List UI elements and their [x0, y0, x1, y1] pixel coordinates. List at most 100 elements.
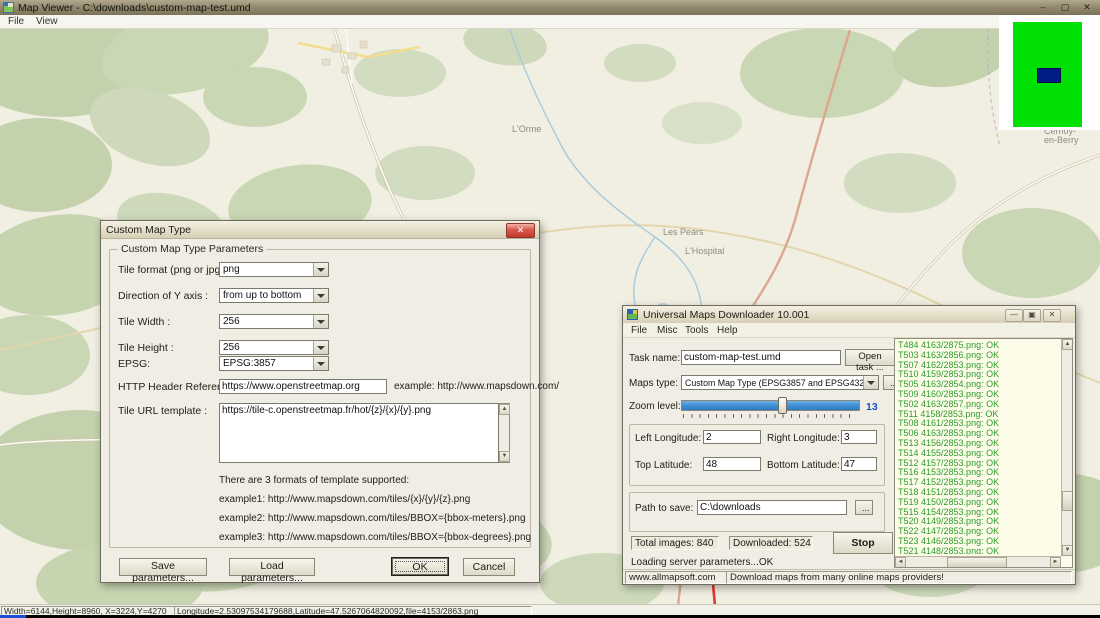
chevron-down-icon[interactable]: [313, 315, 328, 328]
log-vscrollbar[interactable]: ▲ ▼: [1061, 339, 1072, 556]
tile-width-select[interactable]: 256: [219, 314, 329, 329]
right-longitude-label: Right Longitude:: [767, 433, 840, 444]
log-hscroll-thumb[interactable]: [947, 557, 1007, 568]
path-label: Path to save:: [635, 503, 693, 514]
bottom-latitude-label: Bottom Latitude:: [767, 460, 840, 471]
cancel-button[interactable]: Cancel: [463, 558, 515, 576]
close-icon[interactable]: ✕: [1080, 2, 1094, 13]
downloader-window: Universal Maps Downloader 10.001 — ▣ ✕ F…: [622, 305, 1076, 585]
path-browse-button[interactable]: ...: [855, 500, 873, 515]
scroll-down-icon[interactable]: ▼: [1062, 545, 1073, 556]
tile-format-label: Tile format (png or jpg):: [118, 264, 227, 276]
tile-width-label: Tile Width :: [118, 316, 170, 328]
custom-dialog-titlebar[interactable]: Custom Map Type ✕: [101, 221, 539, 239]
total-images-value: Total images: 840: [631, 536, 719, 550]
task-name-input[interactable]: [681, 350, 841, 365]
downloader-title: Universal Maps Downloader 10.001: [643, 309, 809, 321]
epsg-label: EPSG:: [118, 358, 150, 370]
save-parameters-button[interactable]: Save parameters...: [119, 558, 207, 576]
referer-input[interactable]: [219, 379, 387, 394]
restore-icon[interactable]: ▣: [1023, 309, 1041, 322]
log-hscrollbar[interactable]: ◄ ►: [895, 556, 1061, 567]
chevron-down-icon[interactable]: [313, 341, 328, 354]
template-textarea[interactable]: https://tile-c.openstreetmap.fr/hot/{z}/…: [219, 403, 499, 463]
zoom-slider-ticks: [683, 414, 857, 418]
minimize-icon[interactable]: –: [1036, 2, 1050, 13]
maps-type-label: Maps type:: [629, 378, 678, 389]
menu-help[interactable]: Help: [717, 324, 738, 337]
tile-format-select[interactable]: png: [219, 262, 329, 277]
template-example3: example3: http://www.mapsdown.com/tiles/…: [219, 532, 531, 543]
overview-panel: [999, 15, 1100, 130]
scroll-up-icon[interactable]: ▲: [1062, 339, 1073, 350]
menu-misc[interactable]: Misc: [657, 324, 678, 337]
menu-file[interactable]: File: [4, 15, 28, 28]
chevron-down-icon[interactable]: [313, 357, 328, 370]
scroll-left-icon[interactable]: ◄: [895, 557, 906, 568]
statusbar-slogan: Download maps from many online maps prov…: [726, 571, 1072, 584]
downloader-menubar: File Misc Tools Help: [623, 323, 1075, 338]
open-task-button[interactable]: Open task ...: [845, 349, 895, 366]
log-line: T521 4148/2853.png: OK: [898, 547, 1058, 554]
maximize-icon[interactable]: ▢: [1058, 2, 1072, 13]
close-icon[interactable]: ✕: [1043, 309, 1061, 322]
zoom-level-value: 13: [866, 401, 878, 413]
ok-button[interactable]: OK: [391, 557, 449, 576]
referer-label: HTTP Header Referer :: [118, 381, 226, 393]
top-latitude-input[interactable]: [703, 457, 761, 471]
zoom-slider-track[interactable]: [681, 400, 860, 411]
template-example1: example1: http://www.mapsdown.com/tiles/…: [219, 494, 470, 505]
loading-status-text: Loading server parameters...OK: [631, 557, 773, 568]
path-input[interactable]: [697, 500, 847, 515]
tile-width-value: 256: [223, 316, 313, 328]
custom-map-type-dialog: Custom Map Type ✕ Custom Map Type Parame…: [100, 220, 540, 583]
task-name-label: Task name:: [629, 353, 680, 364]
menu-file[interactable]: File: [631, 324, 647, 337]
downloader-titlebar[interactable]: Universal Maps Downloader 10.001 — ▣ ✕: [623, 306, 1075, 324]
maps-type-select[interactable]: Custom Map Type (EPSG3857 and EPSG4326 s…: [681, 375, 879, 390]
y-axis-select[interactable]: from up to bottom: [219, 288, 329, 303]
menu-tools[interactable]: Tools: [685, 324, 708, 337]
ok-focus-ring: [395, 561, 445, 572]
custom-params-group-title: Custom Map Type Parameters: [118, 243, 266, 255]
template-note: There are 3 formats of template supporte…: [219, 475, 409, 486]
zoom-slider-thumb[interactable]: [778, 397, 787, 414]
scroll-down-icon[interactable]: ▼: [499, 451, 510, 462]
bottom-latitude-input[interactable]: [841, 457, 877, 471]
statusbar-site: www.allmapsoft.com: [625, 571, 731, 584]
scroll-right-icon[interactable]: ►: [1050, 557, 1061, 568]
referer-hint: example: http://www.mapsdown.com/: [394, 381, 559, 392]
right-longitude-input[interactable]: [841, 430, 877, 444]
map-viewer-title: Map Viewer - C:\downloads\custom-map-tes…: [18, 2, 251, 14]
minimize-icon[interactable]: —: [1005, 309, 1023, 322]
chevron-down-icon[interactable]: [313, 289, 328, 302]
chevron-down-icon[interactable]: [863, 376, 878, 389]
menu-view[interactable]: View: [32, 15, 62, 28]
template-example2: example2: http://www.mapsdown.com/tiles/…: [219, 513, 526, 524]
desktop: L'Orme Les Pears L'Hospital Cernoy- en-B…: [0, 0, 1100, 618]
download-log-panel[interactable]: T484 4163/2875.png: OKT503 4163/2856.png…: [894, 338, 1073, 568]
template-scrollbar[interactable]: ▲ ▼: [499, 403, 510, 463]
zoom-level-label: Zoom level:: [629, 401, 681, 412]
downloader-app-icon: [627, 309, 638, 320]
tile-format-value: png: [223, 264, 313, 276]
log-vscroll-thumb[interactable]: [1062, 491, 1073, 511]
template-label: Tile URL template :: [118, 405, 207, 417]
tile-height-select[interactable]: 256: [219, 340, 329, 355]
scroll-up-icon[interactable]: ▲: [499, 404, 510, 415]
epsg-value: EPSG:3857: [223, 358, 313, 370]
map-viewer-titlebar[interactable]: Map Viewer - C:\downloads\custom-map-tes…: [0, 0, 1100, 16]
download-log-list[interactable]: T484 4163/2875.png: OKT503 4163/2856.png…: [898, 341, 1058, 554]
epsg-select[interactable]: EPSG:3857: [219, 356, 329, 371]
chevron-down-icon[interactable]: [313, 263, 328, 276]
maps-type-value: Custom Map Type (EPSG3857 and EPSG4326 s…: [685, 377, 863, 389]
left-longitude-label: Left Longitude:: [635, 433, 701, 444]
close-icon[interactable]: ✕: [506, 223, 535, 238]
downloader-statusbar: www.allmapsoft.com Download maps from ma…: [623, 569, 1075, 584]
tile-height-label: Tile Height :: [118, 342, 174, 354]
y-axis-label: Direction of Y axis :: [118, 290, 208, 302]
left-longitude-input[interactable]: [703, 430, 761, 444]
load-parameters-button[interactable]: Load parameters...: [229, 558, 315, 576]
stop-button[interactable]: Stop: [833, 532, 893, 554]
y-axis-value: from up to bottom: [223, 290, 313, 302]
